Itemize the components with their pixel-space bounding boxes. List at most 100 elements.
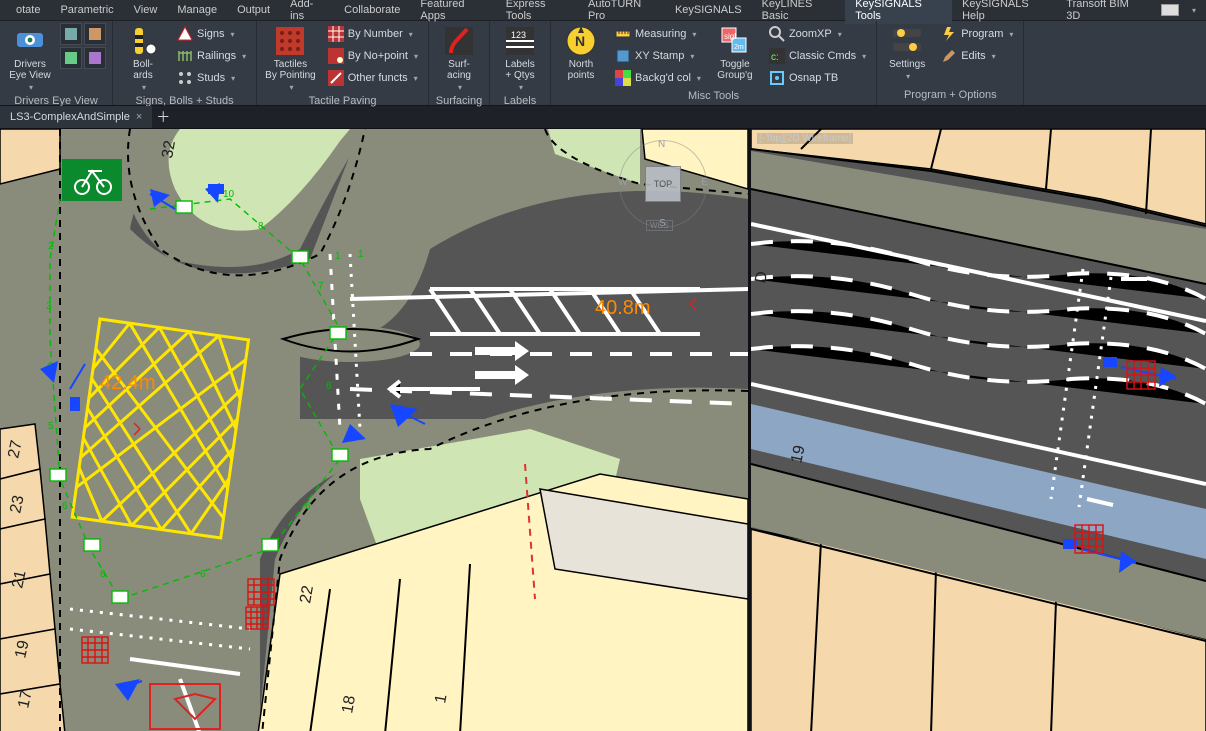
svg-text:19: 19 [788, 444, 808, 465]
signs-button[interactable]: Signs▾ [173, 23, 250, 45]
mini-btn[interactable] [84, 23, 106, 45]
view-state-label[interactable]: [-Top][2D Wireframe] [757, 133, 853, 144]
railing-icon [177, 48, 193, 64]
menu-collaborate[interactable]: Collaborate [334, 2, 410, 18]
bolt-icon [941, 26, 957, 42]
surfacing-button[interactable]: Surf- acing ▾ [435, 23, 483, 94]
measuring-button[interactable]: Measuring▾ [611, 23, 705, 45]
svg-text:3: 3 [46, 301, 52, 312]
studs-button[interactable]: Studs▾ [173, 67, 250, 89]
stamp-icon [615, 48, 631, 64]
view-cube[interactable]: TOP N S E W WCS [618, 139, 708, 229]
svg-text:6: 6 [305, 501, 311, 512]
svg-text:6: 6 [326, 381, 332, 392]
mini-btn[interactable] [60, 23, 82, 45]
svg-text:10: 10 [223, 189, 235, 200]
mini-btn[interactable] [84, 47, 106, 69]
svg-text:6: 6 [62, 501, 68, 512]
railings-button[interactable]: Railings▾ [173, 45, 250, 67]
panel-program-options: Settings ▾ Program▾ Edits▾ Program + Opt… [877, 21, 1024, 105]
menu-bar: otate Parametric View Manage Output Add-… [0, 0, 1206, 21]
sign-icon [177, 26, 193, 42]
nopoint-icon [328, 48, 344, 64]
labels-button[interactable]: 123 Labels + Qtys ▾ [496, 23, 544, 94]
menu-manage[interactable]: Manage [167, 2, 227, 18]
program-button[interactable]: Program▾ [937, 23, 1017, 45]
svg-text:c:: c: [771, 52, 779, 63]
osnaptb-button[interactable]: Osnap TB [765, 67, 870, 89]
svg-text:7: 7 [318, 281, 324, 292]
svg-text:6: 6 [100, 569, 106, 580]
settings-button[interactable]: Settings ▾ [883, 23, 931, 83]
ruler-icon [615, 26, 631, 42]
chevron-down-icon: ▾ [140, 83, 146, 92]
drivers-eye-button[interactable]: Drivers Eye View ▾ [6, 23, 54, 94]
svg-text:2: 2 [48, 241, 54, 252]
bynumber-button[interactable]: By Number▾ [324, 23, 422, 45]
svg-text:19: 19 [12, 639, 32, 660]
svg-text:23: 23 [7, 494, 27, 515]
panel-signs-bolls: Boll- ards ▾ Signs▾ Railings▾ Studs▾ Sig… [113, 21, 257, 105]
tactile-icon [274, 25, 306, 57]
close-icon[interactable]: × [136, 111, 142, 123]
svg-text:5: 5 [48, 421, 54, 432]
tactiles-button[interactable]: Tactiles By Pointing ▾ [263, 23, 318, 94]
panel-drivers-eye: Drivers Eye View ▾ Drivers Eye View [0, 21, 113, 105]
palette-icon [615, 70, 631, 86]
eye-icon [14, 25, 46, 57]
grid-icon [328, 26, 344, 42]
labels-icon: 123 [504, 25, 536, 57]
svg-text:17: 17 [15, 689, 35, 710]
menu-annotate[interactable]: otate [6, 2, 50, 18]
otherfuncts-button[interactable]: Other functs▾ [324, 67, 422, 89]
svg-text:1: 1 [358, 249, 364, 260]
snap-icon [769, 70, 785, 86]
togglegroup-button[interactable]: sigl2m Toggle Group'g [711, 23, 759, 83]
menu-keysignals[interactable]: KeySIGNALS [665, 2, 752, 18]
add-tab-button[interactable]: ＋ [152, 106, 174, 128]
northpoints-button[interactable]: N North points [557, 23, 605, 83]
menu-view[interactable]: View [124, 2, 168, 18]
backgdcol-button[interactable]: Backg'd col▾ [611, 67, 705, 89]
bollard-icon [127, 25, 159, 57]
document-tabstrip: LS3-ComplexAndSimple × ＋ [0, 106, 1206, 129]
panel-labels: 123 Labels + Qtys ▾ Labels [490, 21, 551, 105]
menu-search-combo[interactable]: ▾ [1149, 4, 1206, 17]
svg-text:8: 8 [258, 221, 264, 232]
surfacing-icon [443, 25, 475, 57]
edits-button[interactable]: Edits▾ [937, 45, 1017, 67]
zoom-icon [769, 26, 785, 42]
classiccmds-button[interactable]: c: Classic Cmds▾ [765, 45, 870, 67]
xystamp-button[interactable]: XY Stamp▾ [611, 45, 705, 67]
menu-parametric[interactable]: Parametric [50, 2, 123, 18]
gear-icon [891, 25, 923, 57]
svg-text:N: N [575, 33, 585, 49]
viewport-left[interactable]: TOP N S E W WCS [0, 129, 751, 731]
studs-icon [177, 70, 193, 86]
viewport-right[interactable]: [-Top][2D Wireframe] [751, 129, 1206, 731]
svg-text:1: 1 [335, 251, 341, 262]
drivers-eye-mini [60, 23, 106, 69]
menu-transoft[interactable]: Transoft BIM 3D [1056, 0, 1149, 24]
panel-surfacing: Surf- acing ▾ Surfacing [429, 21, 490, 105]
svg-text:32: 32 [159, 139, 179, 160]
svg-text:27: 27 [5, 439, 25, 460]
svg-text:18: 18 [339, 694, 359, 715]
bollards-button[interactable]: Boll- ards ▾ [119, 23, 167, 94]
menu-output[interactable]: Output [227, 2, 280, 18]
bynopoint-button[interactable]: By No+point▾ [324, 45, 422, 67]
cmd-icon: c: [769, 48, 785, 64]
svg-text:123: 123 [511, 30, 526, 40]
document-tab[interactable]: LS3-ComplexAndSimple × [0, 106, 152, 128]
zoomxp-button[interactable]: ZoomXP▾ [765, 23, 870, 45]
chevron-down-icon: ▾ [287, 83, 293, 92]
svg-text:42.4m: 42.4m [100, 372, 156, 394]
funct-icon [328, 70, 344, 86]
group-icon: sigl2m [719, 25, 751, 57]
chevron-down-icon: ▾ [456, 83, 462, 92]
pencil-icon [941, 48, 957, 64]
chevron-down-icon: ▾ [904, 72, 910, 81]
mini-btn[interactable] [60, 47, 82, 69]
cad-canvas-right[interactable]: 19 D [751, 129, 1206, 731]
panel-misc-tools: N North points Measuring▾ XY Stamp▾ Back… [551, 21, 877, 105]
